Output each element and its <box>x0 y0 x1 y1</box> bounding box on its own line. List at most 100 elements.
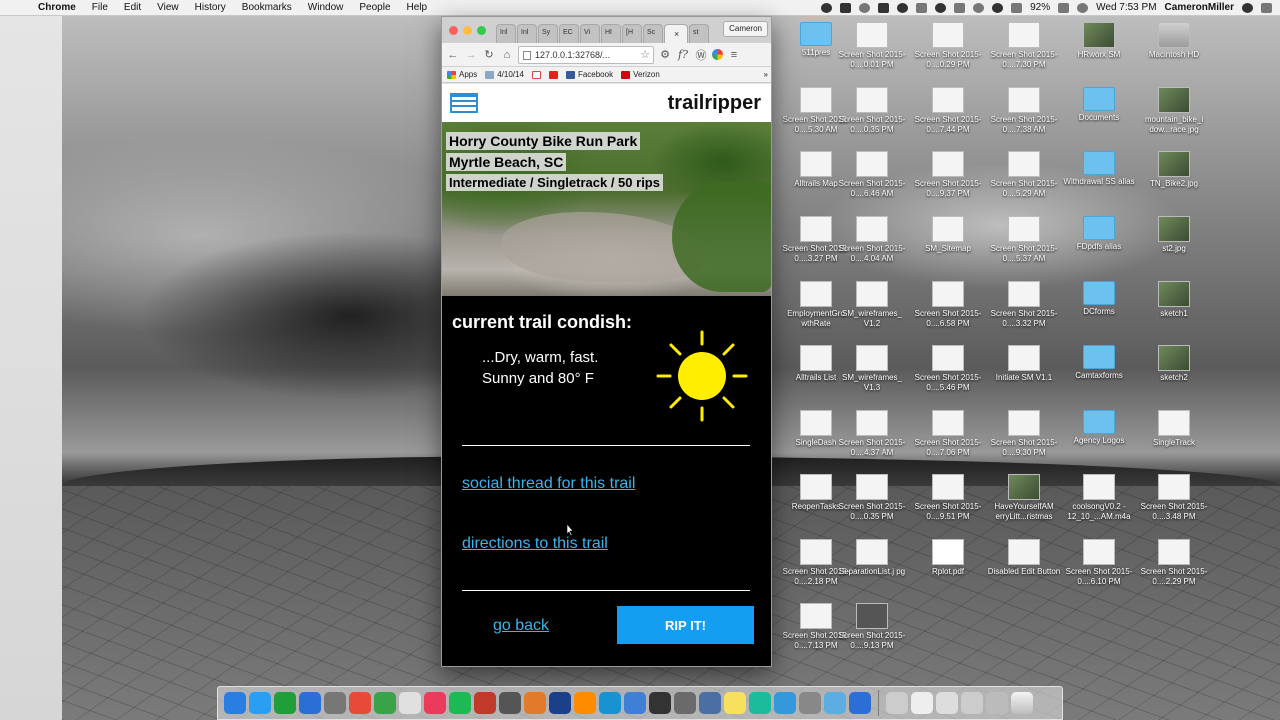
desktop-icon[interactable]: SeparationList.j pg <box>834 539 910 577</box>
desktop-icon[interactable]: Macintosh HD <box>1136 22 1212 60</box>
home-icon[interactable]: ⌂ <box>500 49 514 61</box>
desktop-icon[interactable]: coolsongV0.2 - 12_10_...AM.m4a <box>1061 474 1137 522</box>
dock-app-icon[interactable] <box>724 692 746 714</box>
menu-app-name[interactable]: Chrome <box>30 2 84 13</box>
desktop-icon[interactable]: Screen Shot 2015-0....4.04 AM <box>834 216 910 264</box>
tray-app-icon[interactable] <box>897 2 909 13</box>
notifications-icon[interactable] <box>1261 2 1272 13</box>
bookmark-star-icon[interactable]: ☆ <box>640 48 650 61</box>
desktop-icon[interactable]: Withdrawal SS alias <box>1061 151 1137 187</box>
menu-people[interactable]: People <box>351 2 398 13</box>
tab[interactable]: HI <box>601 24 621 43</box>
desktop-icon[interactable]: SM_wireframes_ V1.2 <box>834 281 910 329</box>
desktop-icon[interactable]: Screen Shot 2015-0....9.30 PM <box>986 410 1062 458</box>
dock-app-icon[interactable] <box>324 692 346 714</box>
desktop-icon[interactable]: Screen Shot 2015-0....9.13 PM <box>834 603 910 651</box>
dock-app-icon[interactable] <box>449 692 471 714</box>
desktop-icon[interactable]: Screen Shot 2015-0....7.44 PM <box>910 87 986 135</box>
dock-app-icon[interactable] <box>936 692 958 714</box>
user-name[interactable]: CameronMiller <box>1165 2 1234 13</box>
desktop-icon[interactable]: Initiate SM V1.1 <box>986 345 1062 383</box>
desktop-icon[interactable]: FDpdfs alias <box>1061 216 1137 252</box>
desktop-icon[interactable]: Screen Shot 2015-0....2.29 PM <box>1136 539 1212 587</box>
desktop-icon[interactable]: sketch2 <box>1136 345 1212 383</box>
dock-app-icon[interactable] <box>249 692 271 714</box>
dock-app-icon[interactable] <box>574 692 596 714</box>
tab-active[interactable]: × <box>664 24 688 43</box>
desktop-icon[interactable]: Screen Shot 2015-0....4.37 AM <box>834 410 910 458</box>
dock-app-icon[interactable] <box>274 692 296 714</box>
back-arrow-icon[interactable]: ← <box>446 49 460 61</box>
address-bar[interactable]: 127.0.0.1:32768/... ☆ <box>518 45 654 64</box>
desktop-icon[interactable]: TN_Bike2.jpg <box>1136 151 1212 189</box>
wordpress-icon[interactable]: Ⓦ <box>694 47 708 63</box>
desktop-icon[interactable]: st2.jpg <box>1136 216 1212 254</box>
bluetooth-icon[interactable] <box>1011 2 1023 13</box>
dock-app-icon[interactable] <box>986 692 1008 714</box>
clock[interactable]: Wed 7:53 PM <box>1096 2 1156 13</box>
dock-app-icon[interactable] <box>824 692 846 714</box>
dock-app-icon[interactable] <box>549 692 571 714</box>
desktop-icon[interactable]: Screen Shot 2015-0....0.01 PM <box>834 22 910 70</box>
bookmark-youtube[interactable] <box>548 70 558 79</box>
dock-app-icon[interactable] <box>849 692 871 714</box>
desktop-icon[interactable]: HaveYourselfAM erryLitt...ristmas <box>986 474 1062 522</box>
profile-button[interactable]: Cameron <box>723 21 768 37</box>
desktop-icon[interactable]: Screen Shot 2015-0....6.10 PM <box>1061 539 1137 587</box>
tray-app-icon[interactable] <box>935 2 947 13</box>
dock-app-icon[interactable] <box>749 692 771 714</box>
dock-app-icon[interactable] <box>224 692 246 714</box>
desktop-icon[interactable]: Screen Shot 2015-0....5.29 AM <box>986 151 1062 199</box>
dock-app-icon[interactable] <box>774 692 796 714</box>
tab[interactable]: Sy <box>538 24 558 43</box>
bookmark-gmail[interactable] <box>531 70 541 79</box>
bookmarks-overflow-chevron[interactable]: » <box>764 70 768 79</box>
search-icon[interactable] <box>1242 2 1253 13</box>
desktop-icon[interactable]: Screen Shot 2015-0....0.35 PM <box>834 87 910 135</box>
dock-app-icon[interactable] <box>374 692 396 714</box>
directions-link[interactable]: directions to this trail <box>462 535 608 553</box>
menu-edit[interactable]: Edit <box>116 2 149 13</box>
battery-icon[interactable] <box>1058 2 1070 13</box>
bookmark-apps[interactable]: Apps <box>447 70 477 79</box>
menu-bookmarks[interactable]: Bookmarks <box>234 2 300 13</box>
desktop-icon[interactable]: Screen Shot 2015-0....9.37 PM <box>910 151 986 199</box>
tab[interactable]: Inl <box>496 24 516 43</box>
rip-it-button[interactable]: RIP IT! <box>617 606 754 644</box>
menu-window[interactable]: Window <box>300 2 352 13</box>
desktop-icon[interactable]: Screen Shot 2015-0....3.48 PM <box>1136 474 1212 522</box>
tray-app-icon[interactable] <box>916 2 928 13</box>
close-window-button[interactable] <box>449 26 458 35</box>
trash-icon[interactable] <box>1011 692 1033 714</box>
forward-arrow-icon[interactable]: → <box>464 49 478 61</box>
desktop-icon[interactable]: Screen Shot 2015-0....7.06 PM <box>910 410 986 458</box>
dock-app-icon[interactable] <box>524 692 546 714</box>
reload-icon[interactable]: ↻ <box>482 48 496 61</box>
tab[interactable]: st <box>689 24 709 43</box>
minimize-window-button[interactable] <box>463 26 472 35</box>
desktop-icon[interactable]: Screen Shot 2015-0....9.51 PM <box>910 474 986 522</box>
tray-app-icon[interactable] <box>859 2 871 13</box>
social-thread-link[interactable]: social thread for this trail <box>462 475 635 493</box>
menu-history[interactable]: History <box>187 2 234 13</box>
bookmark-verizon[interactable]: Verizon <box>621 70 660 79</box>
bookmark-facebook[interactable]: Facebook <box>565 70 613 79</box>
zoom-window-button[interactable] <box>477 26 486 35</box>
volume-icon[interactable] <box>1077 2 1089 13</box>
menu-view[interactable]: View <box>149 2 187 13</box>
menu-help[interactable]: Help <box>399 2 436 13</box>
hamburger-menu-icon[interactable] <box>450 93 478 113</box>
desktop-icon[interactable]: Disabled Edit Button <box>986 539 1062 577</box>
dock-app-icon[interactable] <box>674 692 696 714</box>
dock-app-icon[interactable] <box>886 692 908 714</box>
menu-file[interactable]: File <box>84 2 116 13</box>
tab[interactable]: Sc <box>643 24 663 43</box>
function-icon[interactable]: f? <box>676 48 690 61</box>
tray-app-icon[interactable] <box>840 2 852 13</box>
desktop-icon[interactable]: Screen Shot 2015-0....6.46 AM <box>834 151 910 199</box>
menu-icon[interactable]: ≡ <box>727 49 741 61</box>
pinwheel-icon[interactable] <box>712 49 723 60</box>
dock-app-icon[interactable] <box>699 692 721 714</box>
dock-app-icon[interactable] <box>799 692 821 714</box>
battery-percent[interactable]: 92% <box>1030 2 1050 13</box>
